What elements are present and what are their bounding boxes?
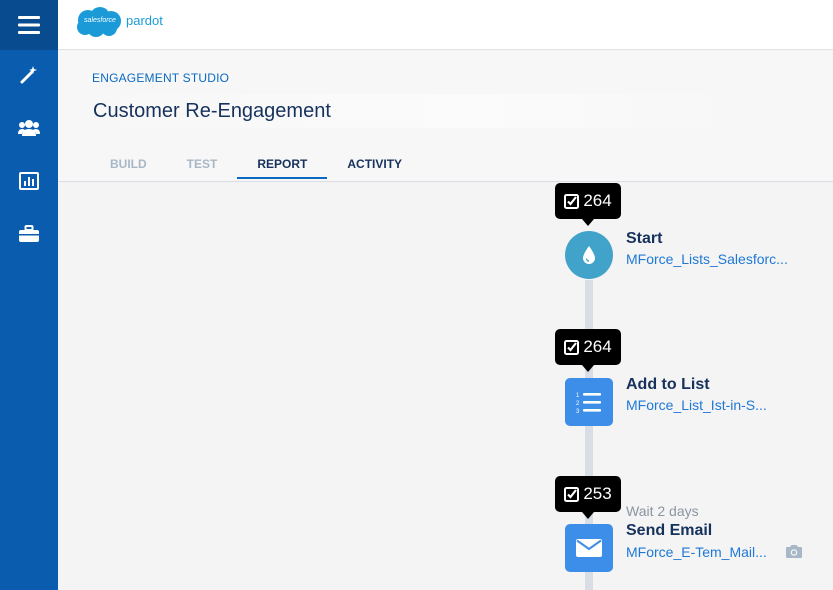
checkbox-icon (564, 193, 580, 209)
bar-chart-icon[interactable] (14, 166, 44, 196)
tab-activity[interactable]: ACTIVITY (327, 148, 422, 179)
step-count: 264 (583, 191, 612, 210)
svg-text:2: 2 (576, 401, 580, 407)
step-count-badge: 253 (555, 476, 621, 519)
salesforce-pardot-logo[interactable]: salesforce pardot (74, 6, 163, 38)
step-subtitle-link[interactable]: MForce_Lists_Salesforc... (626, 251, 788, 267)
checkbox-icon (564, 339, 580, 355)
page-title[interactable]: Customer Re-Engagement (84, 94, 734, 128)
people-icon[interactable] (14, 113, 44, 143)
briefcase-icon[interactable] (14, 219, 44, 249)
wait-duration: Wait 2 days (626, 503, 699, 519)
start-node[interactable] (565, 231, 613, 279)
add-to-list-node[interactable]: 1 2 3 (565, 378, 613, 426)
step-count-badge: 264 (555, 329, 621, 372)
page-header: ENGAGEMENT STUDIO Customer Re-Engagement… (58, 51, 833, 182)
envelope-icon (576, 539, 602, 557)
numbered-list-icon: 1 2 3 (576, 393, 601, 414)
left-nav-rail (0, 0, 58, 590)
magic-wand-icon[interactable] (14, 60, 44, 90)
breadcrumb[interactable]: ENGAGEMENT STUDIO (92, 71, 229, 85)
step-title: Start (626, 230, 663, 247)
tab-bar: BUILD TEST REPORT ACTIVITY (90, 148, 422, 179)
tab-report[interactable]: REPORT (237, 148, 328, 179)
logo-text: salesforce (84, 17, 116, 24)
product-name: pardot (126, 12, 163, 28)
camera-icon[interactable] (785, 544, 803, 559)
step-subtitle-link[interactable]: MForce_List_Ist-in-S... (626, 397, 767, 413)
svg-text:1: 1 (576, 393, 580, 399)
step-title: Add to List (626, 376, 710, 393)
step-count-badge: 264 (555, 183, 621, 226)
step-title: Send Email (626, 522, 713, 539)
svg-text:3: 3 (576, 409, 580, 414)
salesforce-cloud-logo: salesforce (74, 6, 124, 38)
top-header: salesforce pardot (58, 0, 833, 50)
step-subtitle-link[interactable]: MForce_E-Tem_Mail... (626, 544, 767, 560)
menu-icon[interactable] (0, 0, 58, 50)
tab-build[interactable]: BUILD (90, 148, 167, 179)
tab-test[interactable]: TEST (167, 148, 238, 179)
send-email-node[interactable] (565, 524, 613, 572)
step-count: 264 (583, 337, 612, 356)
checkbox-icon (564, 486, 580, 502)
step-count: 253 (583, 484, 612, 503)
flow-canvas (58, 182, 833, 590)
drop-icon (583, 246, 595, 264)
